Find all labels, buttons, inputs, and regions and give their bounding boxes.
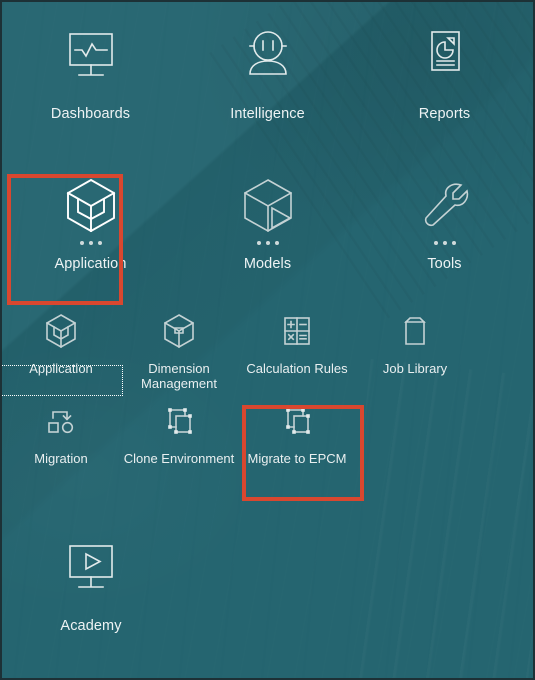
calculator-icon bbox=[277, 310, 317, 352]
report-piechart-icon bbox=[415, 24, 475, 86]
sub-card-label: Calculation Rules bbox=[246, 361, 348, 376]
sub-card-migrate-to-epcm[interactable]: Migrate to EPCM bbox=[238, 392, 356, 482]
card-label: Academy bbox=[60, 618, 122, 634]
card-label: Intelligence bbox=[230, 106, 305, 122]
sub-card-label: Clone Environment bbox=[123, 451, 235, 466]
cube-segmented-icon bbox=[59, 174, 123, 236]
sub-card-migration[interactable]: Migration bbox=[2, 392, 120, 482]
sub-card-label: Migration bbox=[34, 451, 88, 466]
sub-card-clone-environment[interactable]: Clone Environment bbox=[120, 392, 238, 482]
sub-card-label: Job Library bbox=[382, 361, 448, 376]
clipboard-icon bbox=[395, 310, 435, 352]
sub-card-row-1: Application Dimension Management Calcula… bbox=[2, 302, 533, 392]
migration-arrow-icon bbox=[41, 400, 81, 442]
card-application[interactable]: Application bbox=[2, 152, 179, 302]
sub-card-row-2: Migration Clone Environment Migrate to E… bbox=[2, 392, 533, 482]
navigator-panel: Dashboards Intelligence Reports Applicat… bbox=[0, 0, 535, 680]
sub-card-dimension-management[interactable]: Dimension Management bbox=[120, 302, 238, 392]
top-card-row-2: Application Models Tools bbox=[2, 152, 533, 302]
card-dots bbox=[256, 236, 279, 250]
wrench-icon bbox=[415, 174, 475, 236]
card-models[interactable]: Models bbox=[179, 152, 356, 302]
sub-card-label: Application bbox=[29, 361, 93, 376]
bottom-card-row: Academy bbox=[2, 514, 533, 664]
card-label: Models bbox=[243, 256, 292, 272]
card-dashboards[interactable]: Dashboards bbox=[2, 2, 179, 152]
card-academy[interactable]: Academy bbox=[2, 514, 180, 664]
clone-copy-icon bbox=[159, 400, 199, 442]
migrate-epcm-icon bbox=[277, 400, 317, 442]
card-reports[interactable]: Reports bbox=[356, 2, 533, 152]
card-label: Reports bbox=[418, 106, 471, 122]
card-dots bbox=[433, 236, 456, 250]
monitor-chart-icon bbox=[61, 24, 121, 86]
cube-dimension-icon bbox=[159, 310, 199, 352]
card-dots bbox=[79, 236, 102, 250]
sub-card-application[interactable]: Application bbox=[2, 302, 120, 392]
sub-card-job-library[interactable]: Job Library bbox=[356, 302, 474, 392]
navigator-grid: Dashboards Intelligence Reports Applicat… bbox=[2, 2, 533, 664]
card-label: Tools bbox=[427, 256, 462, 272]
card-intelligence[interactable]: Intelligence bbox=[179, 2, 356, 152]
cube-small-icon bbox=[41, 310, 81, 352]
person-insight-icon bbox=[236, 24, 300, 86]
monitor-play-icon bbox=[61, 536, 121, 598]
sub-card-label: Dimension Management bbox=[141, 361, 217, 391]
sub-card-empty-slot bbox=[356, 392, 474, 482]
sub-card-label: Migrate to EPCM bbox=[247, 451, 347, 466]
cube-play-icon bbox=[236, 174, 300, 236]
card-label: Application bbox=[54, 256, 127, 272]
top-card-row-1: Dashboards Intelligence Reports bbox=[2, 2, 533, 152]
sub-card-calculation-rules[interactable]: Calculation Rules bbox=[238, 302, 356, 392]
card-tools[interactable]: Tools bbox=[356, 152, 533, 302]
card-label: Dashboards bbox=[50, 106, 131, 122]
